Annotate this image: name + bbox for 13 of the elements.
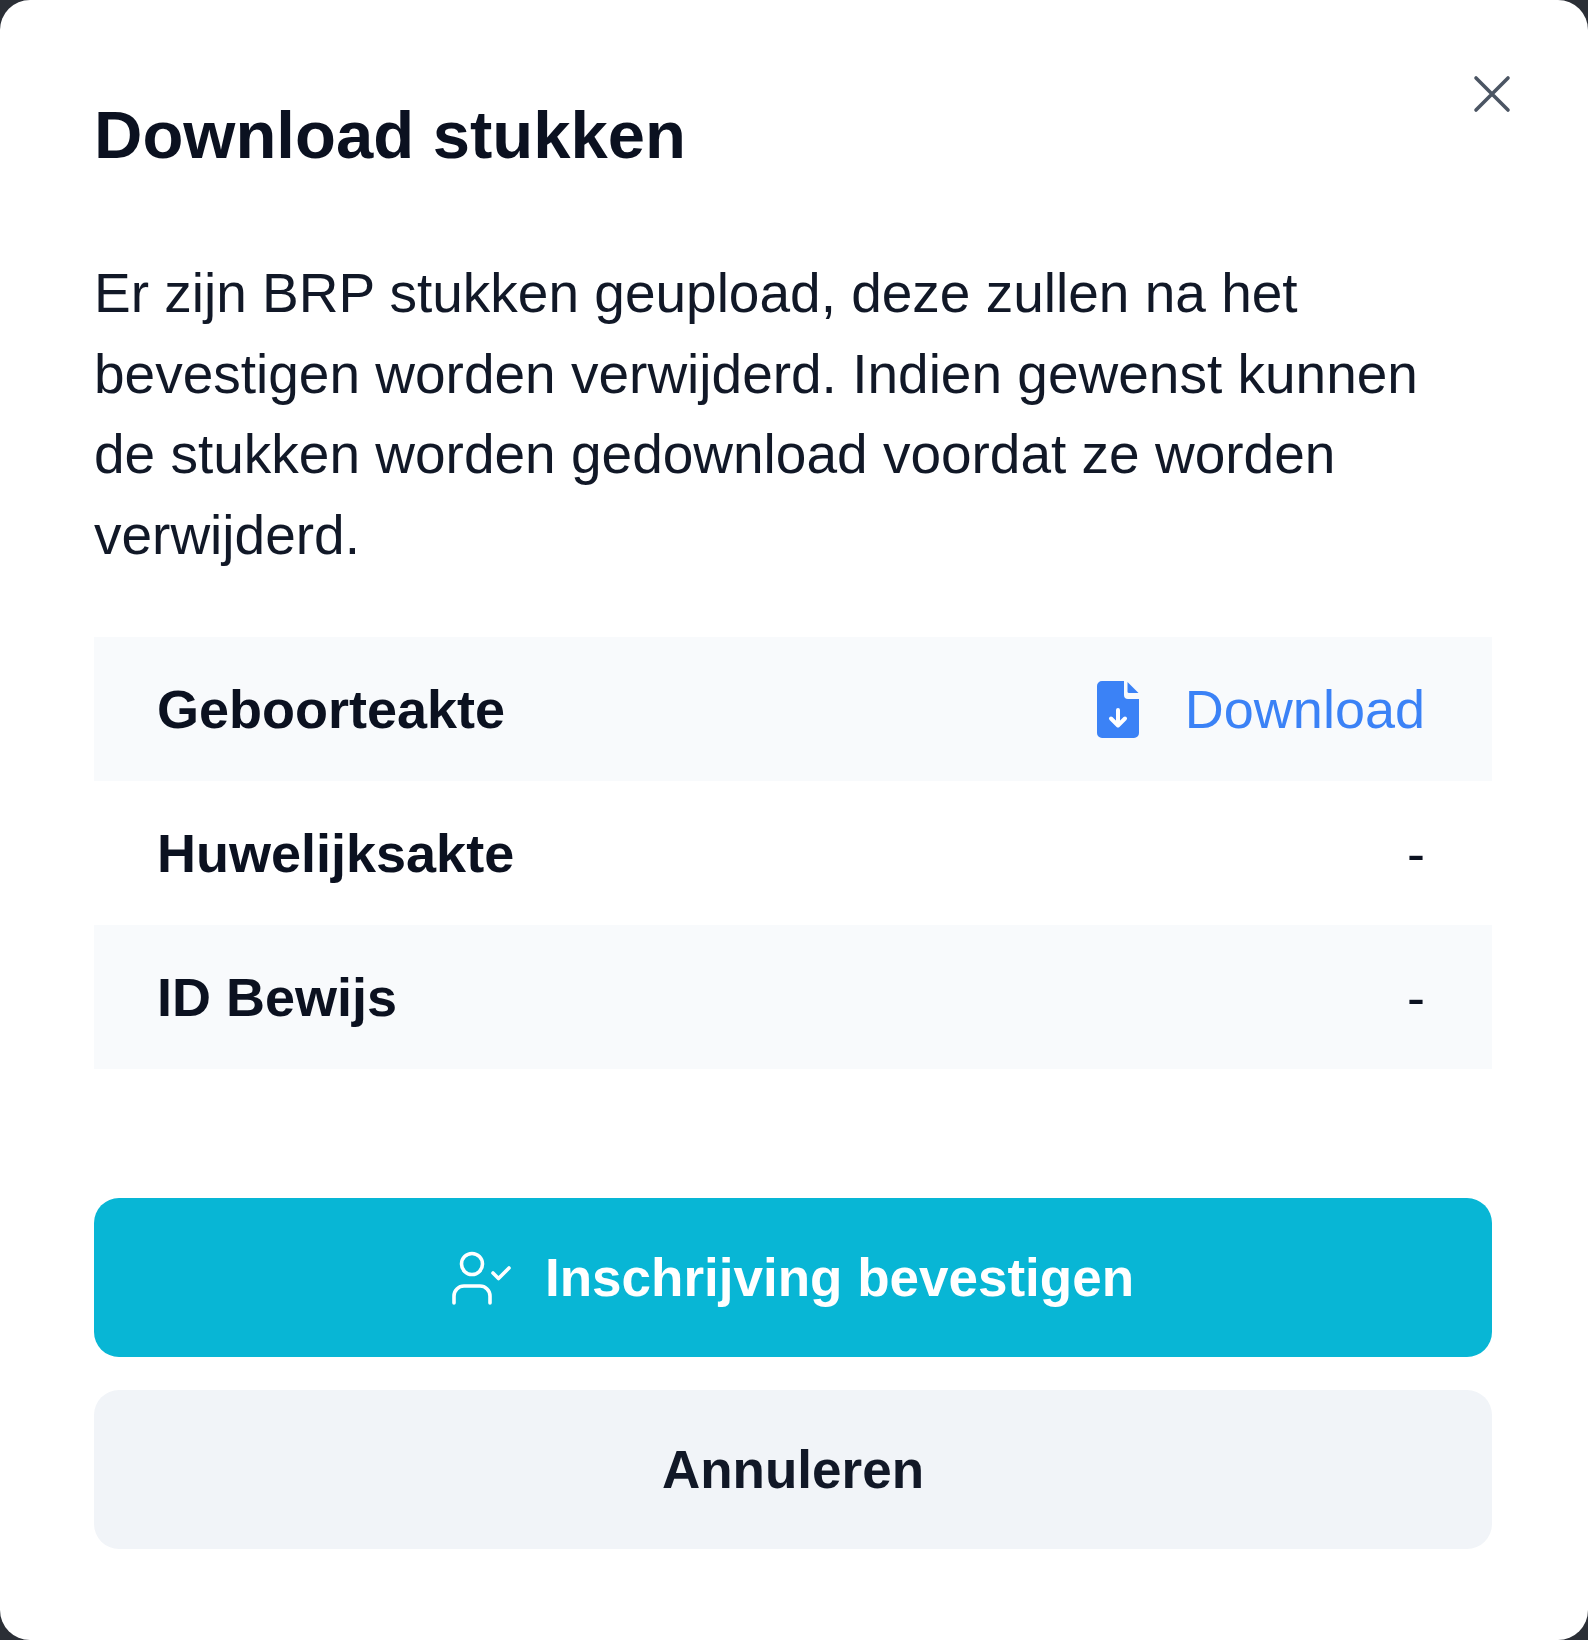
file-download-icon	[1096, 680, 1139, 738]
document-name: Geboorteakte	[157, 678, 506, 741]
user-check-icon	[451, 1250, 511, 1305]
dialog-message: Er zijn BRP stukken geupload, deze zullen na het bevestigen worden verwijderd. Indien gewenst kunnen de stukken worden gedownload voordat ze worden verwijderd.	[94, 261, 1419, 568]
cancel-button[interactable]: Annuleren	[94, 1390, 1492, 1550]
confirm-button[interactable]: Inschrijving bevestigen	[94, 1198, 1492, 1358]
document-name: Huwelijksakte	[157, 822, 515, 885]
dialog-title: Download stukken	[94, 96, 686, 174]
close-icon	[1473, 75, 1511, 113]
empty-value: -	[1407, 966, 1425, 1029]
empty-value: -	[1407, 822, 1425, 885]
document-name: ID Bewijs	[157, 966, 398, 1029]
download-link[interactable]: Download	[1096, 678, 1425, 741]
